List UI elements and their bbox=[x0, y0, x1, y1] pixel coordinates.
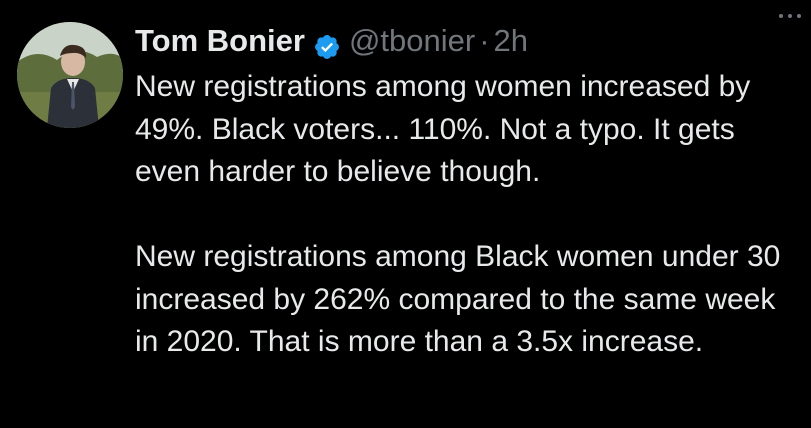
tweet-paragraph: New registrations among Black women unde… bbox=[135, 240, 781, 358]
author-handle[interactable]: @tbonier bbox=[349, 18, 475, 64]
tweet-header: Tom Bonier @tbonier · 2h bbox=[135, 18, 797, 64]
verified-badge-icon bbox=[313, 28, 341, 59]
tweet-content: Tom Bonier @tbonier · 2h New registratio… bbox=[135, 18, 797, 364]
avatar[interactable] bbox=[17, 22, 123, 128]
tweet-text: New registrations among women increased … bbox=[135, 66, 797, 364]
separator-dot: · bbox=[479, 23, 490, 58]
avatar-image bbox=[17, 22, 123, 128]
tweet-paragraph: New registrations among women increased … bbox=[135, 70, 751, 188]
author-name[interactable]: Tom Bonier bbox=[135, 18, 305, 64]
more-options-icon[interactable] bbox=[777, 6, 807, 26]
timestamp[interactable]: 2h bbox=[494, 18, 528, 64]
tweet[interactable]: Tom Bonier @tbonier · 2h New registratio… bbox=[0, 0, 811, 428]
